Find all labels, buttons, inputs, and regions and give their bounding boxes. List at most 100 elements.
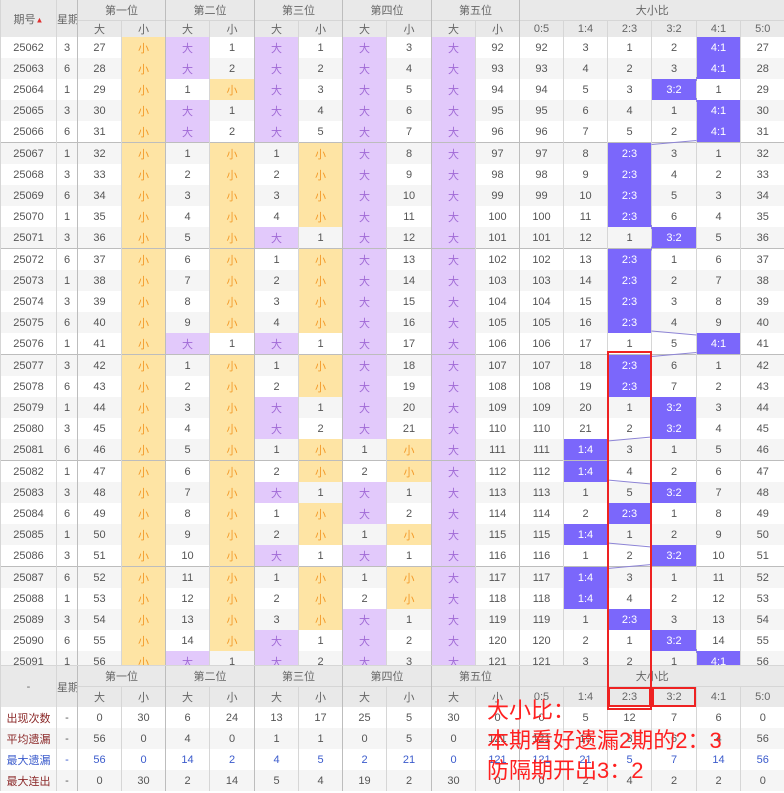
- miss-count-cell: 93: [475, 58, 520, 79]
- miss-count-cell: 6: [651, 206, 697, 227]
- stats-label[interactable]: 最大连出: [0, 770, 57, 791]
- small-mark-cell: 小: [209, 79, 255, 100]
- miss-count-cell: 5: [298, 121, 343, 143]
- ratio-hit-cell: 2:3: [607, 503, 652, 524]
- stats-label[interactable]: 最大遗漏: [0, 749, 57, 770]
- small-mark-cell: 小: [121, 588, 166, 609]
- weekday-cell: 6: [56, 121, 78, 143]
- miss-count-cell: 38: [77, 270, 122, 291]
- miss-count-cell: 2: [209, 121, 255, 143]
- weekday-cell: 6: [56, 439, 78, 461]
- small-mark-cell: 小: [121, 312, 166, 333]
- miss-count-cell: 107: [475, 354, 520, 376]
- miss-count-cell: 2: [209, 58, 255, 79]
- miss-count-cell: 105: [475, 312, 520, 333]
- table-row: 25068 3 33 小 2 小 2 小大 9 大 98 98 9 2:3 4 2 33: [0, 164, 784, 185]
- miss-count-cell: 45: [739, 418, 784, 439]
- miss-count-cell: 20: [386, 397, 432, 418]
- miss-count-cell: 98: [519, 164, 564, 185]
- miss-count-cell: 3: [298, 79, 343, 100]
- miss-count-cell: 41: [739, 333, 784, 355]
- stats-value: 56: [739, 749, 784, 770]
- big-mark-cell: 大: [431, 142, 476, 164]
- weekday-cell: 6: [56, 312, 78, 333]
- miss-count-cell: 6: [386, 100, 432, 121]
- miss-count-cell: 103: [475, 270, 520, 291]
- small-mark-cell: 小: [386, 460, 432, 482]
- miss-count-cell: 118: [475, 588, 520, 609]
- weekday-cell: 6: [56, 248, 78, 270]
- miss-count-cell: 1: [386, 545, 432, 567]
- miss-count-cell: 51: [77, 545, 122, 567]
- miss-count-cell: 2: [651, 121, 697, 143]
- big-mark-cell: 大: [165, 37, 210, 58]
- miss-count-cell: 4: [607, 100, 652, 121]
- miss-count-cell: 21: [386, 418, 432, 439]
- miss-count-cell: 1: [607, 630, 652, 651]
- stats-label[interactable]: 平均遗漏: [0, 728, 57, 749]
- miss-count-cell: 1: [386, 482, 432, 503]
- small-mark-cell: 小: [121, 142, 166, 164]
- miss-count-cell: 2: [298, 58, 343, 79]
- big-mark-cell: 大: [254, 333, 299, 355]
- miss-count-cell: 6: [696, 248, 741, 270]
- stats-value: 30: [431, 707, 476, 728]
- table-row: 25077 3 42 小 1 小 1 小大 18 大 107 107 18 2:3 6 1 42: [0, 354, 784, 376]
- miss-count-cell: 1: [696, 79, 741, 100]
- miss-count-cell: 2: [298, 418, 343, 439]
- stats-value: 14: [165, 749, 210, 770]
- stats-value: 56: [739, 728, 784, 749]
- big-mark-cell: 大: [342, 270, 387, 291]
- big-mark-cell: 大: [431, 333, 476, 355]
- miss-count-cell: 103: [519, 270, 564, 291]
- trend-table: 期号▲ 星期 第一位 第二位 第三位 第四位 第五位 大小比 大小大小大小大小大…: [0, 0, 784, 672]
- miss-count-cell: 4: [386, 58, 432, 79]
- miss-count-cell: 7: [165, 270, 210, 291]
- miss-count-cell: 102: [519, 248, 564, 270]
- table-row: 25087 6 52 小 11 小 1 小 1 小大 117 117 1:4 3 1 11 52: [0, 566, 784, 588]
- miss-count-cell: 13: [696, 609, 741, 630]
- small-mark-cell: 小: [121, 630, 166, 651]
- stats-label[interactable]: 出现次数: [0, 707, 57, 728]
- miss-count-cell: 102: [475, 248, 520, 270]
- miss-count-cell: 4: [165, 418, 210, 439]
- miss-count-cell: 1: [651, 248, 697, 270]
- miss-count-cell: 14: [563, 270, 608, 291]
- miss-count-cell: 105: [519, 312, 564, 333]
- miss-count-cell: 2: [607, 418, 652, 439]
- stats-value: 6: [165, 707, 210, 728]
- big-mark-cell: 大: [431, 482, 476, 503]
- position-2-header: 第二位: [165, 0, 255, 21]
- issue-column-header[interactable]: 期号▲: [0, 0, 57, 37]
- annotation: 大小比： 本期看好遗漏2期的2：3 防隔期开出3：2: [487, 696, 722, 786]
- miss-count-cell: 11: [386, 206, 432, 227]
- sort-icon[interactable]: ▲: [36, 15, 44, 24]
- miss-count-cell: 39: [77, 291, 122, 312]
- miss-count-cell: 33: [739, 164, 784, 185]
- small-mark-cell: 小: [121, 270, 166, 291]
- annotation-line-1: 大小比：: [487, 698, 576, 723]
- miss-count-cell: 1: [254, 439, 299, 461]
- miss-count-cell: 15: [386, 291, 432, 312]
- miss-count-cell: 117: [519, 566, 564, 588]
- miss-count-cell: 2: [254, 524, 299, 545]
- miss-count-cell: 5: [696, 439, 741, 461]
- miss-count-cell: 1: [342, 439, 387, 461]
- small-mark-cell: 小: [121, 58, 166, 79]
- miss-count-cell: 106: [519, 333, 564, 355]
- issue-cell: 25069: [0, 185, 57, 206]
- weekday-cell: 3: [56, 418, 78, 439]
- miss-count-cell: 1: [607, 524, 652, 545]
- small-mark-cell: 小: [209, 376, 255, 397]
- miss-count-cell: 3: [607, 439, 652, 461]
- ratio-header-1-4: 1:4: [563, 20, 608, 37]
- miss-count-cell: 38: [739, 270, 784, 291]
- issue-cell: 25064: [0, 79, 57, 100]
- ratio-hit-cell: 3:2: [651, 418, 697, 439]
- miss-count-cell: 1: [209, 100, 255, 121]
- big-mark-cell: 大: [165, 58, 210, 79]
- weekday-cell: 1: [56, 142, 78, 164]
- miss-count-cell: 113: [519, 482, 564, 503]
- stats-value: 4: [165, 728, 210, 749]
- big-mark-cell: 大: [342, 37, 387, 58]
